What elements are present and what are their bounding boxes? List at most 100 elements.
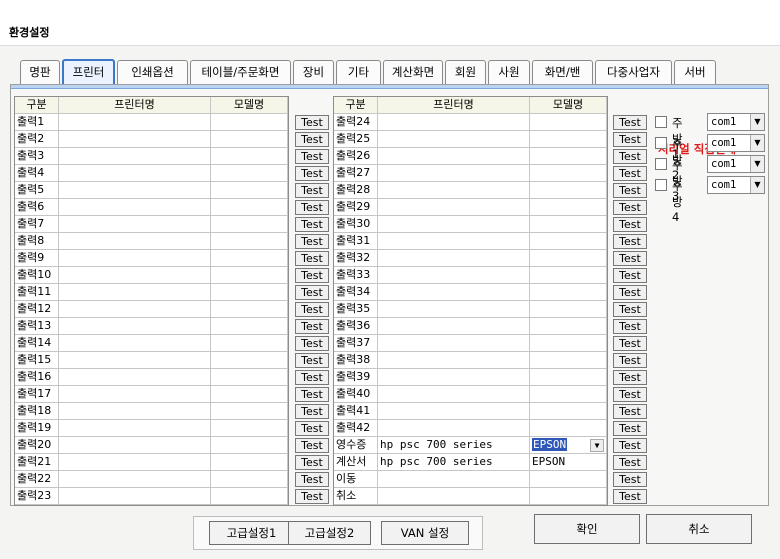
printer-name-cell[interactable]: [378, 301, 530, 318]
test-print-button-left[interactable]: Test: [295, 115, 329, 130]
printer-name-cell[interactable]: [59, 386, 211, 403]
model-name-cell[interactable]: [211, 352, 288, 369]
test-print-button-left[interactable]: Test: [295, 183, 329, 198]
tab-9[interactable]: 화면/밴: [532, 60, 593, 84]
printer-name-cell[interactable]: [59, 148, 211, 165]
test-print-button-right[interactable]: Test: [613, 421, 647, 436]
test-print-button-left[interactable]: Test: [295, 472, 329, 487]
model-name-cell[interactable]: [211, 131, 288, 148]
printer-name-cell[interactable]: [59, 131, 211, 148]
printer-name-cell[interactable]: [59, 199, 211, 216]
model-name-cell[interactable]: [530, 471, 607, 488]
test-print-button-left[interactable]: Test: [295, 370, 329, 385]
printer-name-cell[interactable]: [59, 318, 211, 335]
printer-name-cell[interactable]: [59, 114, 211, 131]
printer-name-cell[interactable]: [378, 250, 530, 267]
model-name-cell[interactable]: [211, 386, 288, 403]
serial-port-select[interactable]: com1 ▼: [707, 113, 765, 131]
test-print-button-right[interactable]: Test: [613, 353, 647, 368]
test-print-button-left[interactable]: Test: [295, 319, 329, 334]
test-print-button-right[interactable]: Test: [613, 455, 647, 470]
test-print-button-right[interactable]: Test: [613, 285, 647, 300]
printer-name-cell[interactable]: [59, 301, 211, 318]
tab-3[interactable]: 테이블/주문화면: [190, 60, 291, 84]
tab-4[interactable]: 장비: [293, 60, 334, 84]
model-name-cell[interactable]: [530, 165, 607, 182]
test-print-button-left[interactable]: Test: [295, 421, 329, 436]
printer-name-cell[interactable]: [59, 216, 211, 233]
model-name-cell[interactable]: EPSON: [530, 454, 607, 471]
model-name-cell[interactable]: [211, 148, 288, 165]
tab-10[interactable]: 다중사업자: [595, 60, 672, 84]
tab-0[interactable]: 명판: [20, 60, 60, 84]
model-name-cell[interactable]: [211, 437, 288, 454]
test-print-button-left[interactable]: Test: [295, 200, 329, 215]
printer-name-cell[interactable]: [59, 454, 211, 471]
serial-port-select[interactable]: com1 ▼: [707, 176, 765, 194]
test-print-button-right[interactable]: Test: [613, 149, 647, 164]
chevron-down-icon[interactable]: ▼: [750, 114, 764, 130]
printer-name-cell[interactable]: [378, 318, 530, 335]
printer-name-cell[interactable]: [59, 403, 211, 420]
printer-name-cell[interactable]: [59, 250, 211, 267]
model-name-cell[interactable]: [211, 301, 288, 318]
chevron-down-icon[interactable]: ▼: [590, 439, 604, 452]
tab-2[interactable]: 인쇄옵션: [117, 60, 188, 84]
model-name-cell[interactable]: [211, 165, 288, 182]
model-name-cell[interactable]: [530, 301, 607, 318]
test-print-button-right[interactable]: Test: [613, 234, 647, 249]
model-name-cell[interactable]: [530, 284, 607, 301]
serial-checkbox[interactable]: [655, 116, 667, 128]
model-name-cell[interactable]: [211, 284, 288, 301]
printer-name-cell[interactable]: [378, 352, 530, 369]
model-name-cell[interactable]: [211, 454, 288, 471]
model-name-cell[interactable]: [211, 250, 288, 267]
printer-name-cell[interactable]: [59, 369, 211, 386]
printer-name-cell[interactable]: [378, 114, 530, 131]
printer-name-cell[interactable]: [378, 216, 530, 233]
printer-name-cell[interactable]: [59, 352, 211, 369]
printer-name-cell[interactable]: [378, 284, 530, 301]
printer-name-cell[interactable]: [59, 437, 211, 454]
model-name-cell[interactable]: [530, 403, 607, 420]
printer-name-cell[interactable]: [59, 267, 211, 284]
model-name-cell[interactable]: [530, 335, 607, 352]
test-print-button-left[interactable]: Test: [295, 302, 329, 317]
test-print-button-right[interactable]: Test: [613, 268, 647, 283]
model-name-cell[interactable]: [211, 267, 288, 284]
test-print-button-left[interactable]: Test: [295, 404, 329, 419]
printer-name-cell[interactable]: [378, 182, 530, 199]
test-print-button-right[interactable]: Test: [613, 166, 647, 181]
model-name-cell[interactable]: [530, 267, 607, 284]
tab-6[interactable]: 계산화면: [383, 60, 443, 84]
test-print-button-right[interactable]: Test: [613, 115, 647, 130]
test-print-button-left[interactable]: Test: [295, 438, 329, 453]
test-print-button-right[interactable]: Test: [613, 387, 647, 402]
printer-name-cell[interactable]: [378, 267, 530, 284]
printer-name-cell[interactable]: [59, 471, 211, 488]
model-name-cell[interactable]: [211, 199, 288, 216]
model-name-cell[interactable]: [530, 233, 607, 250]
test-print-button-right[interactable]: Test: [613, 336, 647, 351]
printer-name-cell[interactable]: hp psc 700 series: [378, 437, 530, 454]
model-name-cell[interactable]: [530, 386, 607, 403]
test-print-button-left[interactable]: Test: [295, 166, 329, 181]
advanced-settings-2-button[interactable]: 고급설정2: [288, 521, 371, 545]
chevron-down-icon[interactable]: ▼: [750, 177, 764, 193]
test-print-button-right[interactable]: Test: [613, 132, 647, 147]
tab-1[interactable]: 프린터: [62, 59, 115, 85]
test-print-button-left[interactable]: Test: [295, 353, 329, 368]
model-name-cell[interactable]: [211, 420, 288, 437]
printer-name-cell[interactable]: [378, 131, 530, 148]
model-name-cell[interactable]: [211, 369, 288, 386]
tab-7[interactable]: 회원: [445, 60, 486, 84]
printer-name-cell[interactable]: [59, 284, 211, 301]
model-name-cell[interactable]: [530, 369, 607, 386]
model-name-cell[interactable]: [530, 488, 607, 505]
test-print-button-right[interactable]: Test: [613, 319, 647, 334]
test-print-button-right[interactable]: Test: [613, 489, 647, 504]
model-name-cell[interactable]: [211, 335, 288, 352]
test-print-button-left[interactable]: Test: [295, 251, 329, 266]
test-print-button-left[interactable]: Test: [295, 489, 329, 504]
test-print-button-left[interactable]: Test: [295, 149, 329, 164]
